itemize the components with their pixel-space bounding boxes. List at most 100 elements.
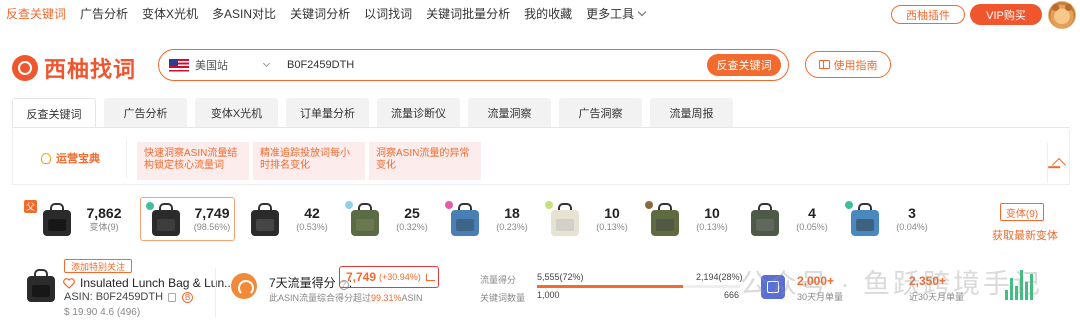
trend-chart-icon[interactable] bbox=[425, 273, 435, 281]
vip-button[interactable]: VIP购买 bbox=[970, 4, 1042, 25]
mini-bar bbox=[1015, 286, 1018, 300]
lightbulb-icon bbox=[41, 152, 51, 164]
tab-traffic-diagnosis[interactable]: 流量诊断仪 bbox=[377, 98, 460, 128]
ops-card-anomaly[interactable]: 洞察ASIN流量的异常变化 bbox=[369, 142, 481, 180]
tab-reverse-keyword[interactable]: 反查关键词 bbox=[12, 98, 96, 128]
product-thumb bbox=[24, 267, 58, 303]
product-thumb bbox=[149, 201, 182, 237]
mini-bar bbox=[1010, 278, 1013, 300]
traffic-score-percentile: 此ASIN流量综合得分超过99.31%ASIN bbox=[269, 291, 423, 304]
variant-pct: (0.32%) bbox=[396, 221, 428, 232]
product-thumb bbox=[248, 201, 282, 237]
variant-pct: (0.04%) bbox=[896, 221, 928, 232]
variant-nums: 10 (0.13%) bbox=[690, 205, 734, 234]
variant-nums: 25 (0.32%) bbox=[390, 205, 434, 234]
traffic-score-box: 7,749 (+30.94%) bbox=[339, 266, 439, 288]
guide-button[interactable]: 使用指南 bbox=[805, 51, 891, 78]
nav-more-tools-label: 更多工具 bbox=[586, 7, 635, 21]
us-flag-icon bbox=[169, 58, 189, 72]
variant-item[interactable]: 10 (0.13%) bbox=[540, 197, 635, 241]
avatar[interactable] bbox=[1048, 1, 1076, 29]
nav-variant-xray[interactable]: 变体X光机 bbox=[142, 0, 198, 28]
percentile-value: 99.31% bbox=[371, 293, 402, 303]
variant-pct: (98.56%) bbox=[193, 221, 231, 232]
variant-pct: (0.13%) bbox=[696, 221, 728, 232]
nav-keyword-analysis[interactable]: 关键词分析 bbox=[290, 0, 350, 28]
variant-item[interactable]: 10 (0.13%) bbox=[640, 197, 735, 241]
variant-item[interactable]: 7,749 (98.56%) bbox=[140, 197, 235, 241]
copy-icon[interactable] bbox=[168, 292, 177, 302]
ops-panel: 运营宝典 快速洞察ASIN流量结构锁定核心流量词 精准追踪投放词每小时排名变化 … bbox=[12, 130, 1070, 185]
nav-batch-keyword[interactable]: 关键词批量分析 bbox=[426, 0, 510, 28]
product-thumb bbox=[748, 201, 782, 237]
variant-value: 3 bbox=[908, 204, 916, 221]
ops-card-rank-tracking[interactable]: 精准追踪投放词每小时排名变化 bbox=[253, 142, 365, 180]
collapse-button[interactable] bbox=[1047, 143, 1069, 183]
score-split-label: 流量得分 bbox=[480, 275, 517, 285]
nav-word-find[interactable]: 以词找词 bbox=[364, 0, 412, 28]
brand-name: 西柚找词 bbox=[44, 57, 137, 82]
tab-ad-analysis[interactable]: 广告分析 bbox=[104, 98, 187, 128]
fetch-latest-variants-link[interactable]: 获取最新变体 bbox=[992, 227, 1058, 243]
variant-value: 25 bbox=[404, 204, 420, 221]
product-asin-row: ASIN: B0F2459DTH B bbox=[64, 291, 194, 303]
variant-item[interactable]: 25 (0.32%) bbox=[340, 197, 435, 241]
variant-pct: (0.13%) bbox=[596, 221, 628, 232]
tab-order-analysis[interactable]: 订单量分析 bbox=[286, 98, 369, 128]
orders-icon bbox=[761, 275, 785, 299]
mini-bar bbox=[1030, 274, 1033, 300]
variant-total: 7,862 bbox=[86, 204, 122, 221]
search-bar: 美国站 反查关键词 bbox=[158, 49, 789, 81]
collapse-up-icon bbox=[1051, 157, 1066, 173]
tab-traffic-weekly[interactable]: 流量周报 bbox=[650, 98, 733, 128]
variant-value: 10 bbox=[704, 204, 720, 221]
product-asin: ASIN: B0F2459DTH bbox=[64, 291, 164, 303]
tab-ad-insight[interactable]: 广告洞察 bbox=[559, 98, 642, 128]
tab-traffic-insight[interactable]: 流量洞察 bbox=[468, 98, 551, 128]
variant-value: 42 bbox=[304, 204, 320, 221]
product-thumb bbox=[348, 201, 382, 237]
product-thumb bbox=[648, 201, 682, 237]
variant-nums: 10 (0.13%) bbox=[590, 205, 634, 234]
nav-reverse-keyword[interactable]: 反查关键词 bbox=[6, 0, 66, 28]
book-icon bbox=[818, 60, 830, 69]
monthly-orders-value: 2,000+ bbox=[797, 274, 835, 288]
product-image[interactable] bbox=[24, 267, 58, 303]
ops-card-traffic-structure[interactable]: 快速洞察ASIN流量结构锁定核心流量词 bbox=[137, 142, 249, 180]
variant-item[interactable]: 42 (0.53%) bbox=[240, 197, 335, 241]
chevron-down-icon bbox=[637, 7, 647, 17]
traffic-score-value: 7,749 bbox=[346, 270, 377, 284]
mini-bar bbox=[1005, 290, 1008, 300]
variants-button[interactable]: 变体(9) bbox=[1000, 203, 1044, 221]
gauge-icon bbox=[231, 273, 257, 299]
variant-summary[interactable]: 7,862 变体(9) bbox=[26, 197, 128, 241]
logo-icon bbox=[12, 55, 38, 81]
variant-value: 10 bbox=[604, 204, 620, 221]
search-input[interactable] bbox=[287, 59, 667, 71]
heart-icon[interactable] bbox=[63, 278, 75, 289]
variant-count-label: 变体(9) bbox=[89, 221, 119, 232]
recent-orders-label: 近30天月单量 bbox=[909, 292, 965, 302]
nav-ad-analysis[interactable]: 广告分析 bbox=[80, 0, 128, 28]
logo[interactable]: 西柚找词 bbox=[12, 52, 136, 84]
special-follow-button[interactable]: 添加特别关注 bbox=[64, 259, 132, 273]
mini-bar-chart bbox=[1005, 268, 1033, 300]
guide-label: 使用指南 bbox=[833, 59, 878, 72]
product-thumb bbox=[40, 201, 74, 237]
recent-orders-value: 2,350+ bbox=[909, 274, 947, 288]
nav-favorites[interactable]: 我的收藏 bbox=[524, 0, 572, 28]
chevron-down-icon[interactable] bbox=[262, 59, 271, 67]
variant-item[interactable]: 3 (0.04%) bbox=[840, 197, 935, 241]
search-button[interactable]: 反查关键词 bbox=[707, 54, 781, 76]
vip-label: VIP购买 bbox=[986, 9, 1026, 22]
nav-multi-asin[interactable]: 多ASIN对比 bbox=[212, 0, 276, 28]
score-split-fill bbox=[537, 285, 684, 288]
tab-variant-xray[interactable]: 变体X光机 bbox=[195, 98, 278, 128]
site-select[interactable]: 美国站 bbox=[195, 57, 228, 73]
variant-item[interactable]: 4 (0.05%) bbox=[740, 197, 835, 241]
variant-item[interactable]: 18 (0.23%) bbox=[440, 197, 535, 241]
product-title[interactable]: Insulated Lunch Bag & Lun... bbox=[80, 276, 234, 290]
plugin-button[interactable]: 西柚插件 bbox=[891, 5, 965, 24]
monthly-orders-label: 30天月单量 bbox=[797, 292, 844, 302]
nav-more-tools[interactable]: 更多工具 bbox=[586, 0, 647, 28]
